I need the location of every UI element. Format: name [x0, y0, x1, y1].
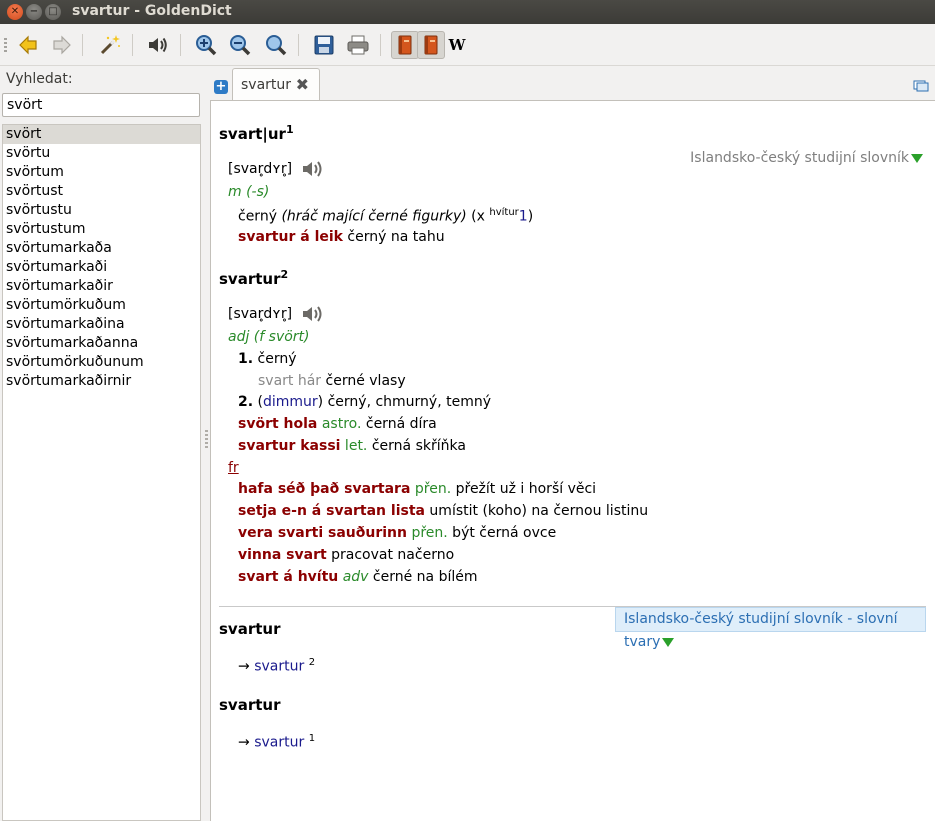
- title-bar: ✕ − □ svartur - GoldenDict: [0, 0, 935, 24]
- link-hvitur[interactable]: 1: [519, 209, 528, 225]
- word-list-item[interactable]: svörtust: [3, 182, 200, 201]
- collapse-triangle-icon[interactable]: [911, 153, 923, 163]
- idiom-4: vinna svart pracovat načerno: [238, 547, 455, 563]
- zoom-in-button[interactable]: [192, 31, 220, 59]
- phraseology-link[interactable]: fr: [228, 460, 239, 476]
- scan-popup-button[interactable]: [96, 31, 124, 59]
- forward-button[interactable]: [48, 31, 76, 59]
- tab-close-icon[interactable]: ✖: [296, 75, 309, 94]
- dictionary-button-1[interactable]: [391, 31, 419, 59]
- sense-1: 1. černý: [238, 351, 297, 367]
- article-view: Islandsko-český studijní slovník svart|u…: [210, 100, 935, 821]
- word-list-item[interactable]: svörtumarkaða: [3, 239, 200, 258]
- search-pane: Vyhledat: svörtsvörtusvörtumsvörtustsvör…: [0, 66, 205, 821]
- zoom-out-button[interactable]: [226, 31, 254, 59]
- tab-label: svartur: [241, 77, 292, 93]
- window-title: svartur - GoldenDict: [72, 3, 232, 19]
- arrow-right-icon: [53, 35, 71, 55]
- word-list-item[interactable]: svörtustu: [3, 201, 200, 220]
- play-sound-icon[interactable]: [301, 159, 327, 179]
- word-list-item[interactable]: svörtustum: [3, 220, 200, 239]
- speaker-icon: [149, 37, 167, 53]
- word-list-item[interactable]: svörtumarkaðanna: [3, 334, 200, 353]
- headword-1: svart|ur1: [219, 123, 294, 143]
- part-of-speech-1: m (-s): [228, 184, 270, 200]
- zoom-reset-button[interactable]: [262, 31, 290, 59]
- word-list-item[interactable]: svörtumörkuðunum: [3, 353, 200, 372]
- dictionary-button-2[interactable]: [417, 31, 445, 59]
- word-list[interactable]: svört svörtu svörtum svörtust svörtustu svört…: [2, 124, 201, 821]
- definition-1: černý (hráč mající černé figurky) (x hví…: [238, 207, 534, 225]
- play-sound-icon[interactable]: [301, 304, 327, 324]
- floppy-disk-icon: [314, 35, 334, 55]
- word-list-item[interactable]: svörtum: [3, 163, 200, 182]
- dictionary-name-1[interactable]: Islandsko-český studijní slovník: [690, 150, 923, 166]
- headword-2: svartur2: [219, 268, 289, 288]
- pronounce-button[interactable]: [144, 31, 172, 59]
- search-label: Vyhledat:: [6, 71, 73, 87]
- word-list-item[interactable]: svört: [3, 125, 200, 144]
- toolbar: W: [0, 24, 935, 66]
- word-list-item[interactable]: svörtumarkaðina: [3, 315, 200, 334]
- minimize-window-button[interactable]: −: [26, 4, 42, 20]
- word-list-item[interactable]: svörtumarkaði: [3, 258, 200, 277]
- print-button[interactable]: [344, 31, 372, 59]
- example-1: svart hár černé vlasy: [258, 373, 406, 389]
- phrase-svartur-kassi: svartur kassi let. černá skříňka: [238, 438, 466, 454]
- dictionary-name-2[interactable]: Islandsko-český studijní slovník - slovn…: [615, 607, 926, 650]
- part-of-speech-2: adj (f svört): [228, 329, 310, 345]
- zoom-out-icon: [230, 35, 251, 56]
- link-svartur-1[interactable]: svartur: [254, 735, 304, 751]
- form-reference-1: → svartur 2: [238, 657, 316, 675]
- idiom-2: setja e-n á svartan lista umístit (koho)…: [238, 503, 649, 519]
- word-list-item[interactable]: svörtumörkuðum: [3, 296, 200, 315]
- link-svartur-2[interactable]: svartur: [254, 659, 304, 675]
- book-icon: [424, 35, 438, 55]
- form-headword-2: svartur: [219, 696, 281, 714]
- phrase-svort-hola: svört hola astro. černá díra: [238, 416, 437, 432]
- new-tab-button[interactable]: +: [214, 80, 228, 94]
- idiom-1: hafa séð það svartara přen. přežít už i …: [238, 481, 597, 497]
- pane-splitter[interactable]: [205, 430, 208, 450]
- printer-icon: [347, 35, 369, 55]
- close-window-button[interactable]: ✕: [7, 4, 23, 20]
- tab-svartur[interactable]: svartur ✖: [232, 68, 320, 100]
- word-list-item[interactable]: svörtu: [3, 144, 200, 163]
- pronunciation-2: [svar̥dʏr̥]: [228, 304, 327, 324]
- maximize-window-button[interactable]: □: [45, 4, 61, 20]
- link-dimmur[interactable]: dimmur: [263, 394, 318, 410]
- article-pane: + svartur ✖ Islandsko-český studijní slo…: [210, 66, 935, 821]
- tab-list-icon[interactable]: [913, 80, 929, 92]
- wikipedia-button[interactable]: W: [443, 31, 471, 59]
- form-reference-2: → svartur 1: [238, 733, 316, 751]
- sense-2: 2. (dimmur) černý, chmurný, temný: [238, 394, 492, 410]
- book-icon: [398, 35, 412, 55]
- pronunciation-1: [svar̥dʏr̥]: [228, 159, 327, 179]
- collapse-triangle-icon[interactable]: [662, 637, 675, 647]
- toolbar-grip-icon[interactable]: [4, 38, 7, 52]
- save-article-button[interactable]: [310, 31, 338, 59]
- arrow-left-icon: [19, 35, 37, 55]
- form-headword-1: svartur: [219, 620, 281, 638]
- zoom-normal-icon: [266, 35, 287, 56]
- idiom-3: vera svarti sauðurinn přen. být černá ov…: [238, 525, 557, 541]
- tab-bar: + svartur ✖: [210, 66, 935, 100]
- word-list-item[interactable]: svörtumarkaðir: [3, 277, 200, 296]
- search-input[interactable]: [2, 93, 200, 117]
- word-list-item[interactable]: svörtumarkaðirnir: [3, 372, 200, 391]
- phrase-1: svartur á leik černý na tahu: [238, 229, 445, 245]
- back-button[interactable]: [14, 31, 42, 59]
- idiom-5: svart á hvítu adv černé na bílém: [238, 569, 478, 585]
- magic-wand-icon: [100, 35, 120, 55]
- zoom-in-icon: [196, 35, 217, 56]
